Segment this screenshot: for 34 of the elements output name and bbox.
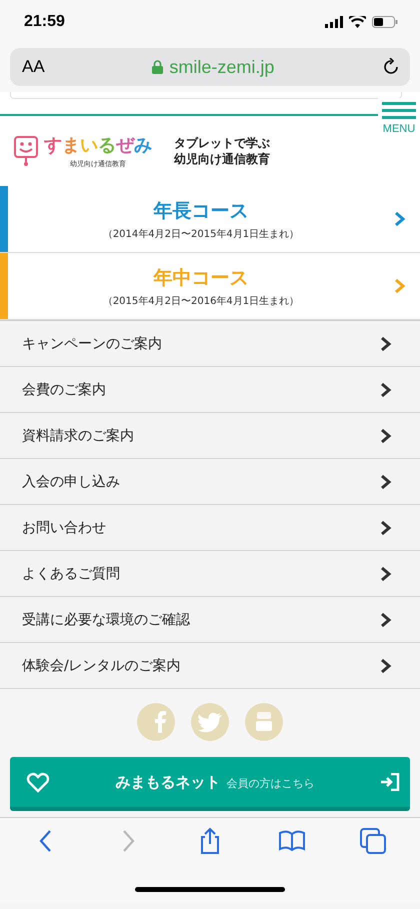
chevron-icon	[394, 211, 406, 227]
course-dates: （2014年4月2日〜2015年4月1日生まれ）	[102, 228, 300, 240]
chevron-icon	[380, 658, 392, 674]
chevron-icon	[380, 566, 392, 582]
smiley-icon	[14, 135, 38, 167]
url-text: smile-zemi.jp	[169, 56, 274, 78]
heart-icon	[26, 771, 50, 793]
address-bar[interactable]: AA smile-zemi.jp	[10, 48, 410, 86]
course-title: 年中コース	[154, 266, 248, 290]
tabs-icon[interactable]	[358, 826, 388, 856]
logo-name: すまいるぜみ	[44, 134, 152, 157]
signal-icon	[325, 16, 343, 28]
tagline: 幼児向け通信教育	[174, 151, 270, 167]
clock: 21:59	[24, 13, 65, 31]
member-title: みまもるネット	[116, 772, 220, 792]
chevron-icon	[380, 428, 392, 444]
course-title: 年長コース	[154, 198, 248, 224]
text-size-button[interactable]: AA	[22, 57, 45, 77]
course-row[interactable]: 年中コース （2015年4月2日〜2016年4月1日生まれ）	[0, 253, 420, 320]
chevron-icon	[380, 474, 392, 490]
chevron-icon	[380, 520, 392, 536]
login-icon	[380, 773, 400, 791]
wifi-icon	[349, 16, 366, 28]
chevron-icon	[380, 336, 392, 352]
chevron-icon	[380, 612, 392, 628]
battery-icon	[372, 16, 398, 28]
tagline: タブレットで学ぶ	[174, 135, 270, 151]
course-row[interactable]: 年長コース （2014年4月2日〜2015年4月1日生まれ）	[0, 186, 420, 253]
reload-icon[interactable]	[382, 58, 400, 76]
chevron-icon	[394, 278, 406, 294]
lock-icon	[152, 60, 164, 74]
course-dates: （2015年4月2日〜2016年4月1日生まれ）	[102, 294, 300, 308]
member-subtitle: 会員の方はこちら	[226, 776, 314, 790]
chevron-icon	[380, 382, 392, 398]
